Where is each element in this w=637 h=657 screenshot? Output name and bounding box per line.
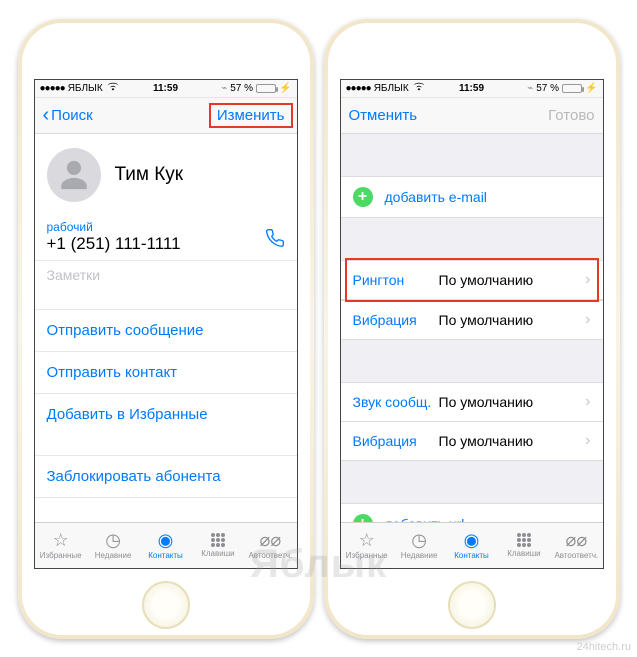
add-favorite-button[interactable]: Добавить в Избранные [35,393,297,435]
bluetooth-icon: ⌁ [527,83,533,94]
send-contact-button[interactable]: Отправить контакт [35,351,297,393]
status-bar: ●●●●● ЯБЛЫК 11:59 ⌁ 57 % ⚡ [35,80,297,98]
phone-type-label: рабочий [47,220,181,234]
home-button[interactable] [448,581,496,629]
source-watermark: 24hitech.ru [577,641,631,653]
carrier-label: ЯБЛЫК [68,83,103,94]
person-icon: ◉ [464,531,480,549]
tab-voicemail[interactable]: ⌀⌀Автоответч. [550,523,602,568]
keypad-icon [211,533,225,547]
avatar [47,148,101,202]
vibration-row[interactable]: Вибрация По умолчанию › [341,300,603,340]
ringtone-value: По умолчанию [439,272,586,288]
tab-bar: ☆Избранные ◷Недавние ◉Контакты Клавиши ⌀… [35,522,297,568]
back-label: Поиск [51,107,93,124]
phone-icon[interactable] [265,228,285,254]
tab-favorites[interactable]: ☆Избранные [35,523,87,568]
done-button[interactable]: Готово [548,107,594,124]
signal-dots: ●●●●● [40,83,65,94]
block-caller-button[interactable]: Заблокировать абонента [35,455,297,498]
clock: 11:59 [459,83,484,94]
vibration-value: По умолчанию [439,312,586,328]
tab-voicemail[interactable]: ⌀⌀Автоответч. [244,523,296,568]
cancel-button[interactable]: Отменить [349,107,418,124]
status-bar: ●●●●● ЯБЛЫК 11:59 ⌁ 57 % ⚡ [341,80,603,98]
plus-icon: + [353,514,373,522]
iphone-left: ●●●●● ЯБЛЫК 11:59 ⌁ 57 % ⚡ ‹ [18,19,314,639]
wifi-icon [107,82,119,94]
edit-label: Изменить [209,103,293,128]
tab-contacts[interactable]: ◉Контакты [445,523,497,568]
tab-bar: ☆Избранные ◷Недавние ◉Контакты Клавиши ⌀… [341,522,603,568]
back-button[interactable]: ‹ Поиск [43,105,93,125]
done-label: Готово [548,107,594,124]
tab-keypad[interactable]: Клавиши [192,523,244,568]
phone-number: +1 (251) 111-1111 [47,234,181,254]
plus-icon: + [353,187,373,207]
tab-favorites[interactable]: ☆Избранные [341,523,393,568]
texttone-value: По умолчанию [439,394,586,410]
iphone-right: ●●●●● ЯБЛЫК 11:59 ⌁ 57 % ⚡ Отмен [324,19,620,639]
add-url-row[interactable]: + добавить url [341,503,603,522]
chevron-right-icon: › [585,432,590,450]
signal-dots: ●●●●● [346,83,371,94]
person-icon: ◉ [158,531,174,549]
wifi-icon [413,82,425,94]
chevron-right-icon: › [585,393,590,411]
keypad-icon [517,533,531,547]
star-icon: ☆ [359,531,375,549]
nav-bar: ‹ Поиск Изменить [35,98,297,134]
vibration-label: Вибрация [353,312,439,328]
bluetooth-icon: ⌁ [221,83,227,94]
vibration2-row[interactable]: Вибрация По умолчанию › [341,422,603,461]
clock-icon: ◷ [411,531,427,549]
nav-bar: Отменить Готово [341,98,603,134]
phone-row[interactable]: рабочий +1 (251) 111-1111 [35,214,297,260]
voicemail-icon: ⌀⌀ [259,531,281,549]
cancel-label: Отменить [349,107,418,124]
notes-field[interactable]: Заметки [35,260,297,289]
ringtone-row[interactable]: Рингтон По умолчанию › [341,260,603,300]
battery-pct: 57 % [230,83,253,94]
chevron-right-icon: › [585,271,590,289]
clock-icon: ◷ [105,531,121,549]
tab-keypad[interactable]: Клавиши [498,523,550,568]
chevron-left-icon: ‹ [43,105,50,125]
send-message-button[interactable]: Отправить сообщение [35,309,297,351]
tab-recents[interactable]: ◷Недавние [87,523,139,568]
charging-icon: ⚡ [279,83,291,94]
charging-icon: ⚡ [585,83,597,94]
chevron-right-icon: › [585,311,590,329]
add-email-label: добавить e-mail [385,189,487,205]
battery-icon [256,84,276,93]
star-icon: ☆ [53,531,69,549]
add-email-row[interactable]: + добавить e-mail [341,176,603,218]
tab-contacts[interactable]: ◉Контакты [139,523,191,568]
ringtone-label: Рингтон [353,272,439,288]
vibration2-label: Вибрация [353,433,439,449]
texttone-label: Звук сообщ. [353,394,439,410]
home-button[interactable] [142,581,190,629]
clock: 11:59 [153,83,178,94]
vibration2-value: По умолчанию [439,433,586,449]
contact-name: Тим Кук [115,164,184,186]
voicemail-icon: ⌀⌀ [565,531,587,549]
carrier-label: ЯБЛЫК [374,83,409,94]
tab-recents[interactable]: ◷Недавние [393,523,445,568]
edit-button[interactable]: Изменить [213,107,289,124]
battery-pct: 57 % [536,83,559,94]
texttone-row[interactable]: Звук сообщ. По умолчанию › [341,382,603,422]
battery-icon [562,84,582,93]
